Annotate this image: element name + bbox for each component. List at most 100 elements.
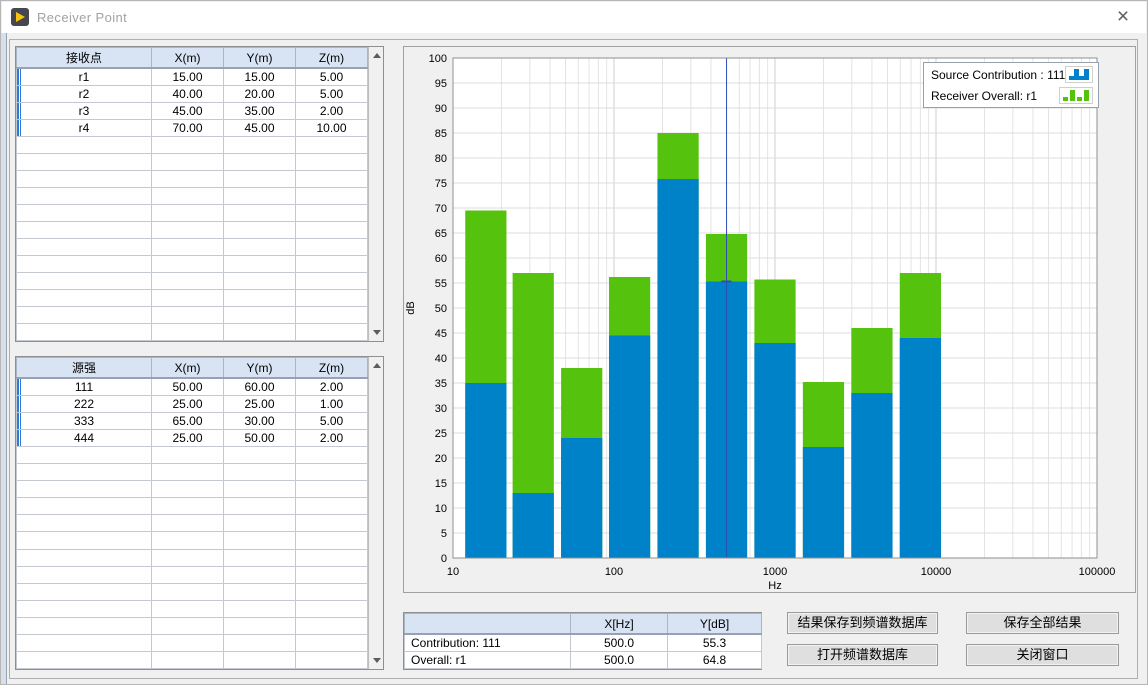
empty-cell[interactable] (152, 188, 224, 205)
empty-cell[interactable] (152, 651, 224, 668)
empty-cell[interactable] (224, 532, 296, 549)
empty-cell[interactable] (224, 464, 296, 481)
bar-plot-style-icon[interactable] (1059, 87, 1093, 104)
cell[interactable]: r1 (17, 68, 152, 86)
empty-cell[interactable] (17, 154, 152, 171)
cell[interactable]: 1.00 (296, 396, 368, 413)
close-window-button[interactable]: 关闭窗口 (966, 644, 1119, 666)
empty-cell[interactable] (17, 481, 152, 498)
open-spectrum-db-button[interactable]: 打开频谱数据库 (787, 644, 938, 666)
empty-cell[interactable] (296, 205, 368, 222)
empty-cell[interactable] (224, 256, 296, 273)
empty-cell[interactable] (152, 154, 224, 171)
empty-cell[interactable] (296, 256, 368, 273)
cell[interactable]: 5.00 (296, 413, 368, 430)
empty-cell[interactable] (152, 481, 224, 498)
cell[interactable]: 15.00 (152, 68, 224, 86)
empty-cell[interactable] (152, 617, 224, 634)
empty-cell[interactable] (296, 239, 368, 256)
empty-cell[interactable] (296, 515, 368, 532)
empty-cell[interactable] (296, 498, 368, 515)
empty-cell[interactable] (152, 549, 224, 566)
cell[interactable]: 2.00 (296, 430, 368, 447)
save-all-results-button[interactable]: 保存全部结果 (966, 612, 1119, 634)
spectrum-chart-svg[interactable]: 0510152025303540455055606570758085909510… (404, 47, 1135, 592)
empty-cell[interactable] (224, 154, 296, 171)
legend-entry[interactable]: Source Contribution : 111 (924, 64, 1098, 85)
empty-cell[interactable] (296, 222, 368, 239)
empty-cell[interactable] (224, 307, 296, 324)
empty-cell[interactable] (224, 515, 296, 532)
empty-cell[interactable] (17, 273, 152, 290)
cell[interactable]: r3 (17, 103, 152, 120)
cell[interactable]: 222 (17, 396, 152, 413)
cell[interactable]: 70.00 (152, 120, 224, 137)
empty-cell[interactable] (296, 566, 368, 583)
empty-cell[interactable] (17, 188, 152, 205)
cell[interactable]: 15.00 (224, 68, 296, 86)
empty-cell[interactable] (296, 634, 368, 651)
empty-cell[interactable] (224, 447, 296, 464)
cell[interactable]: 35.00 (224, 103, 296, 120)
empty-cell[interactable] (152, 532, 224, 549)
empty-cell[interactable] (152, 256, 224, 273)
cell[interactable]: 40.00 (152, 86, 224, 103)
empty-cell[interactable] (152, 171, 224, 188)
empty-cell[interactable] (152, 600, 224, 617)
cell[interactable]: 333 (17, 413, 152, 430)
empty-cell[interactable] (296, 307, 368, 324)
receiver-table-scrollbar[interactable] (368, 47, 384, 341)
empty-cell[interactable] (17, 583, 152, 600)
cell[interactable]: 25.00 (152, 430, 224, 447)
source-table-scrollbar[interactable] (368, 357, 384, 669)
cell[interactable]: 20.00 (224, 86, 296, 103)
cell[interactable]: 5.00 (296, 68, 368, 86)
empty-cell[interactable] (17, 515, 152, 532)
empty-cell[interactable] (296, 447, 368, 464)
empty-cell[interactable] (224, 171, 296, 188)
empty-cell[interactable] (224, 617, 296, 634)
empty-cell[interactable] (224, 566, 296, 583)
empty-cell[interactable] (296, 481, 368, 498)
empty-cell[interactable] (17, 447, 152, 464)
empty-cell[interactable] (17, 222, 152, 239)
empty-cell[interactable] (296, 290, 368, 307)
empty-cell[interactable] (17, 324, 152, 341)
empty-cell[interactable] (224, 137, 296, 154)
empty-cell[interactable] (152, 222, 224, 239)
empty-cell[interactable] (296, 617, 368, 634)
scroll-up-icon[interactable] (369, 357, 384, 374)
empty-cell[interactable] (152, 205, 224, 222)
empty-cell[interactable] (224, 498, 296, 515)
empty-cell[interactable] (152, 307, 224, 324)
empty-cell[interactable] (296, 188, 368, 205)
empty-cell[interactable] (17, 566, 152, 583)
empty-cell[interactable] (296, 651, 368, 668)
empty-cell[interactable] (17, 617, 152, 634)
empty-cell[interactable] (224, 651, 296, 668)
empty-cell[interactable] (17, 256, 152, 273)
cell[interactable]: 10.00 (296, 120, 368, 137)
empty-cell[interactable] (296, 549, 368, 566)
empty-cell[interactable] (296, 532, 368, 549)
scroll-down-icon[interactable] (369, 652, 384, 669)
empty-cell[interactable] (224, 324, 296, 341)
empty-cell[interactable] (224, 188, 296, 205)
scroll-down-icon[interactable] (369, 324, 384, 341)
empty-cell[interactable] (17, 205, 152, 222)
empty-cell[interactable] (17, 549, 152, 566)
cell[interactable]: 60.00 (224, 378, 296, 396)
cell[interactable]: 2.00 (296, 103, 368, 120)
empty-cell[interactable] (224, 600, 296, 617)
empty-cell[interactable] (152, 634, 224, 651)
cell[interactable]: 45.00 (152, 103, 224, 120)
empty-cell[interactable] (296, 464, 368, 481)
empty-cell[interactable] (152, 447, 224, 464)
cell[interactable]: r4 (17, 120, 152, 137)
empty-cell[interactable] (224, 549, 296, 566)
empty-cell[interactable] (17, 464, 152, 481)
empty-cell[interactable] (152, 290, 224, 307)
empty-cell[interactable] (296, 583, 368, 600)
empty-cell[interactable] (17, 171, 152, 188)
empty-cell[interactable] (17, 634, 152, 651)
